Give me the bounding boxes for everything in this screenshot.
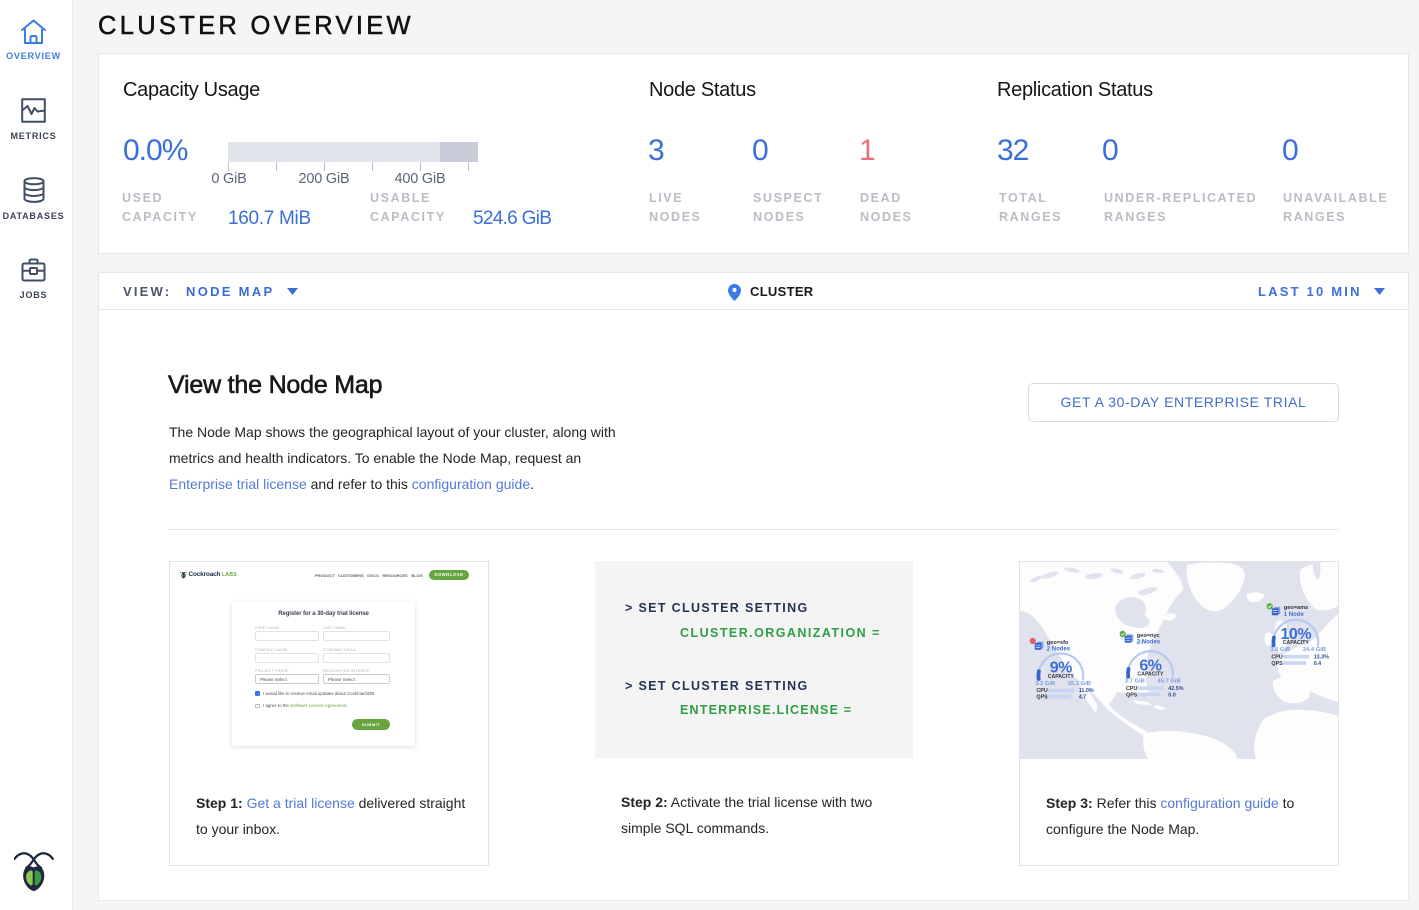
svg-text:42.5%: 42.5%: [1168, 686, 1183, 692]
svg-text:0.0: 0.0: [1168, 692, 1176, 698]
svg-text:3.7 GiB: 3.7 GiB: [1125, 679, 1145, 685]
svg-text:2 Nodes: 2 Nodes: [1047, 647, 1071, 653]
svg-text:geo=ams: geo=ams: [1284, 605, 1308, 611]
svg-text:CPU: CPU: [1126, 686, 1137, 692]
svg-text:34.4 GiB: 34.4 GiB: [1303, 647, 1326, 653]
svg-text:CAPACITY: CAPACITY: [1137, 672, 1164, 678]
svg-text:geo=sfo: geo=sfo: [1047, 640, 1069, 646]
svg-text:CPU: CPU: [1036, 688, 1047, 694]
svg-text:3.6 GiB: 3.6 GiB: [1270, 647, 1290, 653]
svg-text:45.7 GiB: 45.7 GiB: [1157, 679, 1180, 685]
svg-text:1 Node: 1 Node: [1284, 612, 1305, 618]
svg-text:11.0%: 11.0%: [1079, 688, 1094, 694]
svg-text:35.1 GiB: 35.1 GiB: [1068, 681, 1091, 687]
svg-text:CPU: CPU: [1271, 655, 1282, 661]
svg-text:3.2 GiB: 3.2 GiB: [1035, 681, 1055, 687]
svg-text:CAPACITY: CAPACITY: [1283, 640, 1310, 646]
svg-text:geo=nyc: geo=nyc: [1137, 633, 1160, 639]
svg-text:CAPACITY: CAPACITY: [1048, 674, 1075, 680]
svg-text:4.7: 4.7: [1079, 695, 1087, 701]
svg-text:QPS: QPS: [1126, 692, 1138, 698]
svg-text:QPS: QPS: [1271, 661, 1283, 667]
svg-text:13.3%: 13.3%: [1314, 655, 1329, 661]
svg-text:2 Nodes: 2 Nodes: [1137, 640, 1161, 646]
svg-text:0.4: 0.4: [1314, 661, 1322, 667]
svg-text:QPS: QPS: [1036, 695, 1048, 701]
